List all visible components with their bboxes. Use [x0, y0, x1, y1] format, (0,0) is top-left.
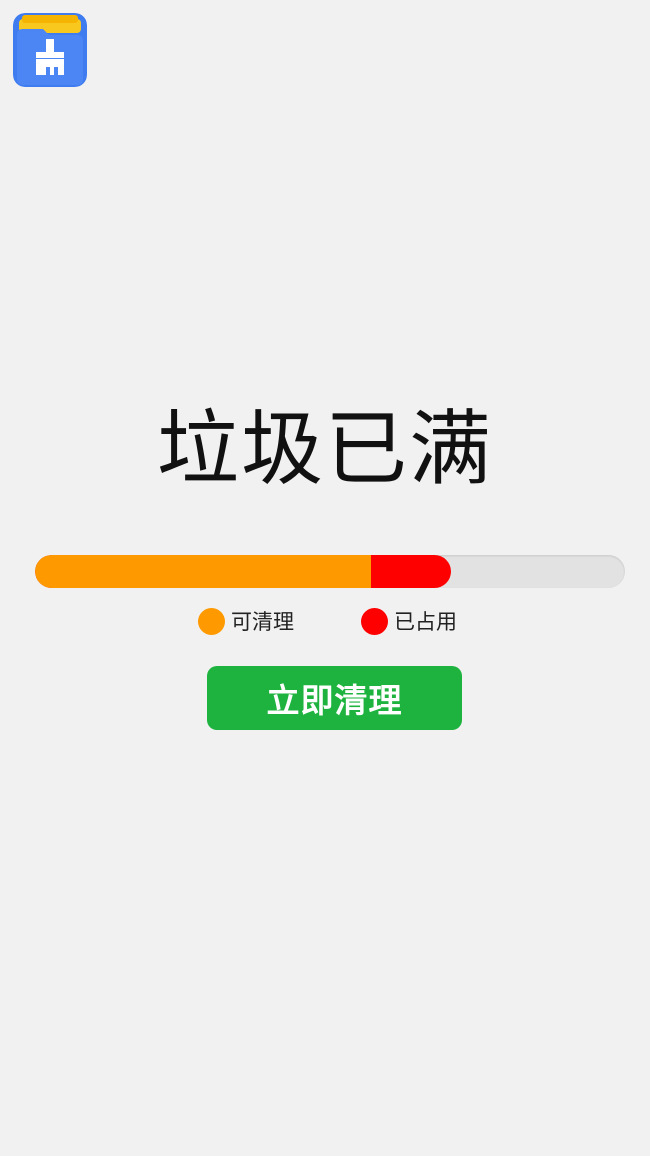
legend-item-cleanable: 可清理 [198, 603, 294, 639]
storage-progress-bar [35, 555, 625, 588]
legend-label-occupied: 已占用 [394, 610, 457, 634]
legend-item-occupied: 已占用 [361, 603, 457, 639]
occupied-dot-icon [361, 607, 388, 635]
clean-now-button[interactable]: 立即清理 [207, 666, 462, 730]
legend-label-cleanable: 可清理 [231, 610, 294, 634]
storage-legend: 可清理 已占用 [0, 603, 650, 639]
cleanable-segment [35, 555, 372, 588]
app-icon[interactable] [13, 13, 87, 87]
cleaner-folder-broom-icon [13, 13, 87, 87]
cleanable-dot-icon [198, 607, 225, 635]
garbage-status-title: 垃圾已满 [156, 402, 493, 497]
